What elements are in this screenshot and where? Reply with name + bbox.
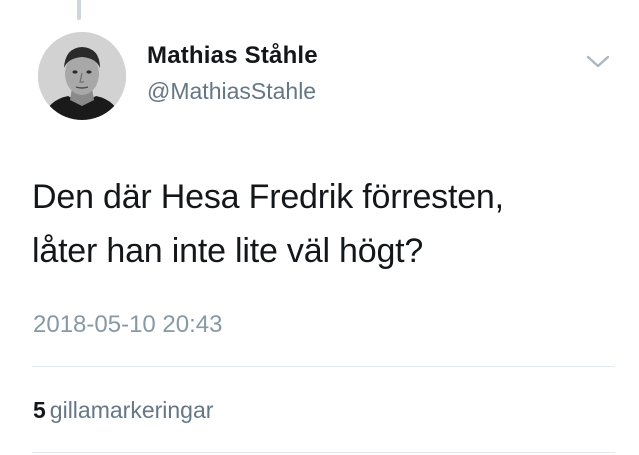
chevron-down-icon bbox=[586, 55, 610, 68]
thread-connector-line bbox=[77, 0, 81, 20]
likes-label: gillamarkeringar bbox=[49, 397, 214, 423]
tweet-timestamp[interactable]: 2018-05-10 20:43 bbox=[33, 311, 223, 339]
author-handle[interactable]: @MathiasStahle bbox=[147, 78, 316, 105]
likes-stat[interactable]: 5 gillamarkeringar bbox=[33, 397, 213, 424]
divider bbox=[32, 452, 615, 453]
tweet-menu-button[interactable] bbox=[584, 50, 612, 72]
tweet-text: Den där Hesa Fredrik förresten, låter ha… bbox=[32, 170, 612, 278]
avatar-photo bbox=[38, 32, 126, 120]
avatar[interactable] bbox=[38, 32, 126, 120]
author-display-name[interactable]: Mathias Ståhle bbox=[147, 42, 318, 70]
tweet-text-line: låter han inte lite väl högt? bbox=[32, 232, 424, 270]
tweet-text-line: Den där Hesa Fredrik förresten, bbox=[32, 178, 504, 216]
likes-count: 5 bbox=[33, 397, 46, 423]
divider bbox=[32, 366, 615, 367]
